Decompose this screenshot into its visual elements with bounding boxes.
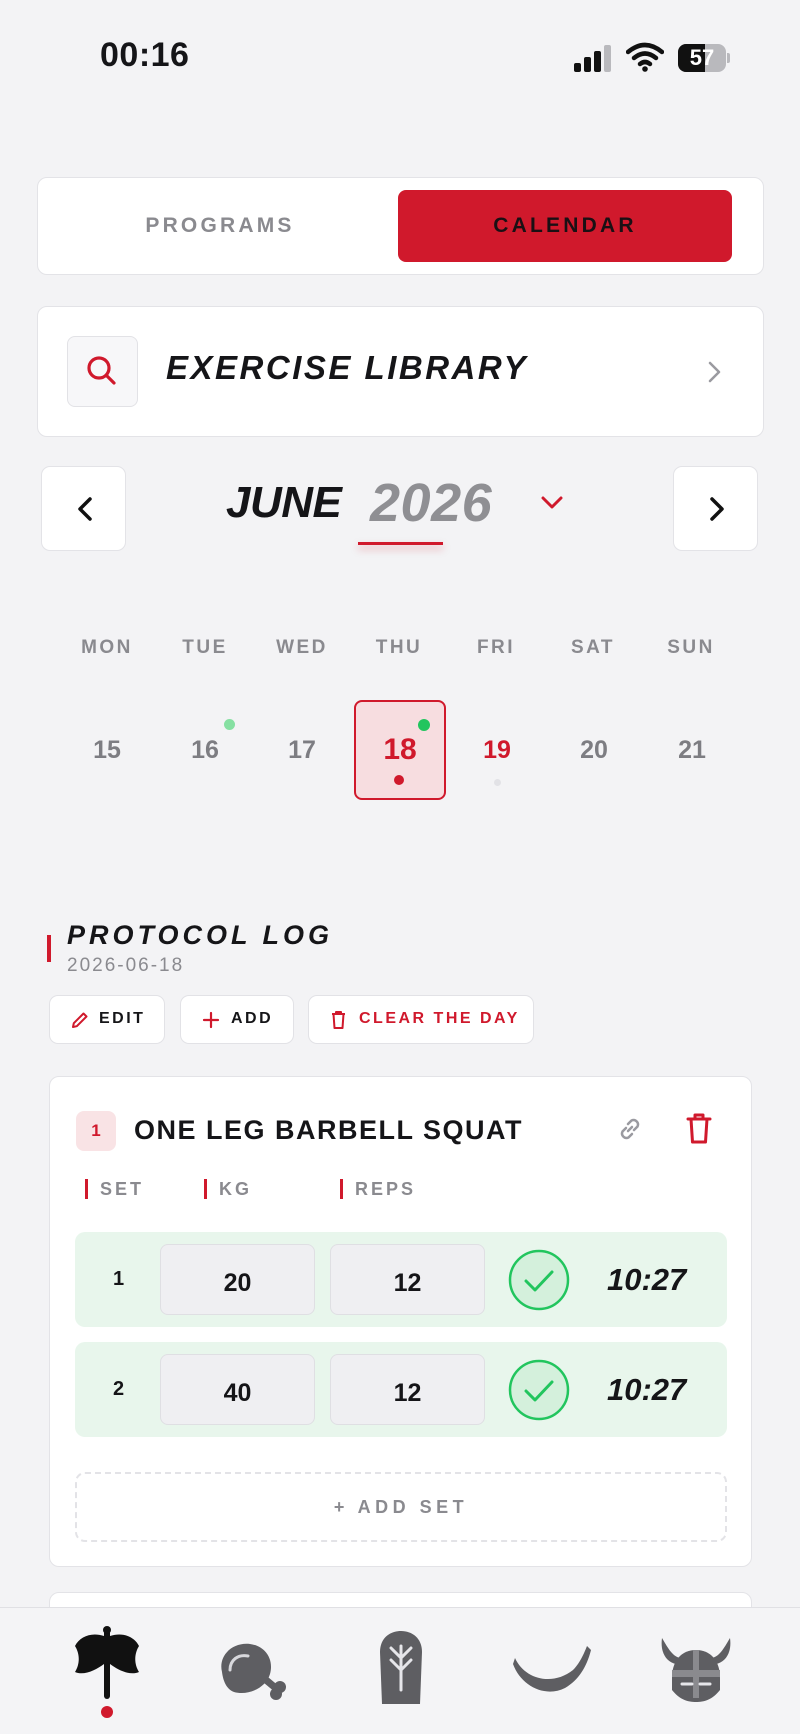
reps-input[interactable]: 12 (330, 1244, 485, 1315)
day-cell[interactable]: 20 (548, 700, 640, 800)
exercise-card: 1 ONE LEG BARBELL SQUAT SET KG REPS 1 20… (49, 1076, 752, 1567)
selected-day-dot (394, 775, 404, 785)
set-number: 2 (113, 1378, 125, 1400)
tab-training[interactable] (46, 1608, 166, 1728)
exercise-library-title: EXERCISE LIBRARY (166, 349, 529, 386)
weekday-sat: SAT (570, 637, 616, 658)
set-time: 10:27 (607, 1372, 687, 1407)
chevron-right-icon (710, 497, 724, 521)
status-time: 00:16 (100, 36, 190, 74)
set-number: 1 (113, 1268, 125, 1290)
set-complete-check-icon[interactable] (508, 1249, 570, 1311)
previous-month-button[interactable] (41, 466, 126, 551)
exercise-index-badge: 1 (76, 1111, 116, 1151)
search-icon-box (67, 336, 138, 407)
tab-calendar[interactable]: CALENDAR (398, 190, 732, 262)
viking-helmet-icon (661, 1638, 731, 1702)
horn-icon (513, 1646, 591, 1692)
add-label: ADD (231, 1010, 274, 1027)
day-cell[interactable]: 21 (646, 700, 738, 800)
day-cell[interactable]: 15 (61, 700, 153, 800)
clear-day-label: CLEAR THE DAY (359, 1010, 520, 1027)
search-icon (87, 356, 116, 385)
edit-label: EDIT (99, 1010, 146, 1027)
set-time: 10:27 (607, 1262, 687, 1297)
rune-stone-icon (380, 1631, 422, 1704)
chevron-down-icon[interactable] (539, 494, 565, 512)
day-cell-selected[interactable]: 18 (354, 700, 446, 800)
clear-day-button[interactable]: CLEAR THE DAY (308, 995, 534, 1044)
weekday-wed: WED (276, 637, 328, 658)
tab-profile[interactable] (636, 1608, 756, 1728)
workout-dot (224, 719, 235, 730)
weekday-thu: THU (375, 637, 423, 658)
day-cell[interactable]: 17 (256, 700, 348, 800)
pencil-icon (72, 1012, 88, 1028)
protocol-log-title: PROTOCOL LOG (67, 920, 334, 950)
section-accent (47, 935, 51, 962)
set-complete-check-icon[interactable] (508, 1359, 570, 1421)
tab-runes[interactable] (341, 1608, 461, 1728)
tab-horn[interactable] (491, 1608, 611, 1728)
day-cell[interactable]: 16 (159, 700, 251, 800)
edit-button[interactable]: EDIT (49, 995, 165, 1044)
battery-percent: 57 (689, 45, 715, 70)
column-header-set: SET (85, 1179, 144, 1199)
reps-input[interactable]: 12 (330, 1354, 485, 1425)
year-underline (358, 542, 443, 545)
kg-input[interactable]: 20 (160, 1244, 315, 1315)
year-selector[interactable]: 2026 (370, 472, 492, 534)
weekday-sun: SUN (667, 637, 715, 658)
today-dot (494, 779, 501, 786)
view-switcher: PROGRAMS CALENDAR (37, 177, 764, 275)
tab-nutrition[interactable] (194, 1608, 314, 1728)
weekday-tue: TUE (182, 637, 228, 658)
axe-icon (75, 1626, 139, 1718)
chevron-left-icon (78, 497, 92, 521)
exercise-library-button[interactable]: EXERCISE LIBRARY (37, 306, 764, 437)
weekday-mon: MON (81, 637, 133, 658)
month-label: JUNE (226, 478, 342, 527)
column-header-reps: REPS (340, 1179, 416, 1199)
cellular-signal-icon (574, 44, 612, 72)
plus-icon (202, 1011, 220, 1029)
next-month-button[interactable] (673, 466, 758, 551)
set-row: 1 20 12 10:27 (75, 1232, 727, 1327)
tab-programs[interactable]: PROGRAMS (50, 190, 390, 262)
workout-dot (418, 719, 430, 731)
meat-icon (221, 1643, 286, 1700)
add-set-button[interactable]: + ADD SET (75, 1472, 727, 1542)
delete-exercise-icon[interactable] (685, 1112, 713, 1146)
link-icon[interactable] (615, 1114, 645, 1144)
protocol-log-date: 2026-06-18 (67, 955, 185, 976)
wifi-icon (625, 42, 665, 72)
exercise-name: ONE LEG BARBELL SQUAT (134, 1115, 524, 1145)
kg-input[interactable]: 40 (160, 1354, 315, 1425)
add-button[interactable]: ADD (180, 995, 294, 1044)
battery-icon: 57 (678, 44, 730, 72)
trash-icon (332, 1011, 345, 1029)
bottom-tab-bar (0, 1607, 800, 1734)
weekday-fri: FRI (476, 637, 516, 658)
chevron-right-icon (708, 361, 721, 383)
column-header-kg: KG (204, 1179, 252, 1199)
set-row: 2 40 12 10:27 (75, 1342, 727, 1437)
